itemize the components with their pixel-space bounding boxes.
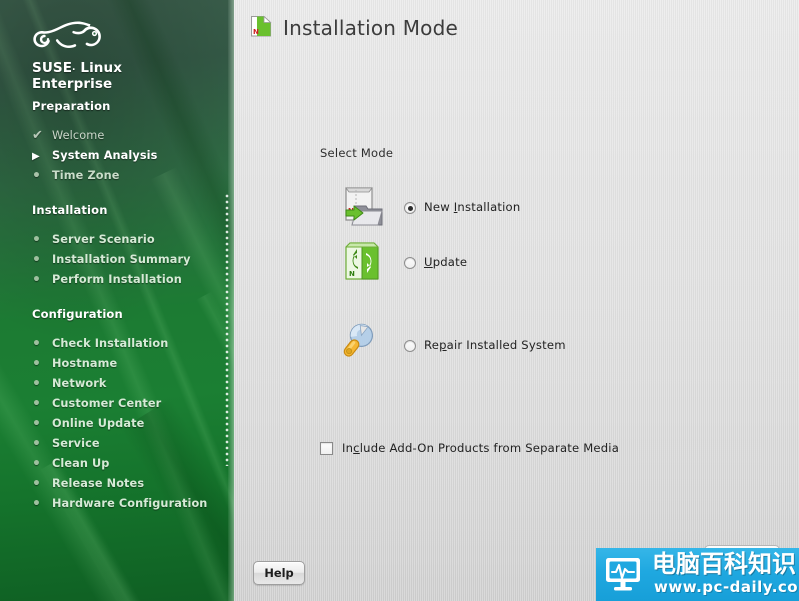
sidebar-item-release-notes[interactable]: • Release Notes [32, 477, 222, 492]
option-label-new-installation: New Installation [424, 200, 521, 214]
sidebar-item-welcome[interactable]: ✔ Welcome [32, 129, 222, 144]
main-content-panel: N Installation Mode Select Mode New Inst… [234, 0, 799, 601]
sidebar-item-marker-todo: • [32, 376, 42, 392]
sidebar-item-label: Check Installation [52, 337, 169, 350]
sidebar-item-marker-todo: • [32, 232, 42, 248]
sidebar-section-title: Configuration [32, 307, 123, 321]
sidebar-section-title: Preparation [32, 99, 111, 113]
sidebar-item-server-scenario[interactable]: • Server Scenario [32, 233, 222, 248]
sidebar-item-label: Welcome [52, 129, 105, 142]
new-installation-icon: N [334, 180, 390, 236]
sidebar-item-network[interactable]: • Network [32, 377, 222, 392]
sidebar-section-title: Installation [32, 203, 108, 217]
svg-text:N: N [349, 270, 355, 278]
option-label-update: Update [424, 255, 468, 269]
sidebar-item-check-installation[interactable]: • Check Installation [32, 337, 222, 352]
svg-text:N: N [253, 28, 259, 36]
sidebar-item-label: Installation Summary [52, 253, 191, 266]
sidebar-item-marker-todo: • [32, 336, 42, 352]
monitor-pulse-icon [604, 554, 644, 594]
brand-line-1: SUSE. Linux [32, 60, 123, 76]
sidebar-item-label: Hostname [52, 357, 118, 370]
sidebar-item-customer-center[interactable]: • Customer Center [32, 397, 222, 412]
sidebar-item-online-update[interactable]: • Online Update [32, 417, 222, 432]
sidebar-item-label: Service [52, 437, 100, 450]
addon-products-label: Include Add-On Products from Separate Me… [342, 441, 620, 455]
sidebar-item-label: System Analysis [52, 149, 158, 162]
site-watermark: 电脑百科知识 www.pc-daily.com [596, 548, 799, 601]
sidebar-item-clean-up[interactable]: • Clean Up [32, 457, 222, 472]
sidebar-item-marker-todo: • [32, 496, 42, 512]
sidebar-item-hardware-configuration[interactable]: • Hardware Configuration [32, 497, 222, 512]
radio-update[interactable] [404, 257, 416, 269]
sidebar-item-marker-pending: • [32, 168, 42, 184]
sidebar-item-label: Hardware Configuration [52, 497, 208, 510]
green-package-icon: N [250, 14, 272, 42]
sidebar-item-marker-todo: • [32, 252, 42, 268]
sidebar-item-time-zone[interactable]: • Time Zone [32, 169, 222, 184]
sidebar-item-marker-todo: • [32, 356, 42, 372]
brand-name: SUSE. Linux Enterprise [32, 60, 212, 92]
sidebar-item-system-analysis[interactable]: ▶ System Analysis [32, 149, 222, 164]
brand-line-2: Enterprise [32, 75, 113, 92]
radio-new-installation[interactable] [404, 202, 416, 214]
sidebar-item-marker-todo: • [32, 456, 42, 472]
sidebar-item-label: Time Zone [52, 169, 120, 182]
page-title: Installation Mode [283, 16, 459, 40]
sidebar-item-service[interactable]: • Service [32, 437, 222, 452]
select-mode-label: Select Mode [320, 146, 394, 160]
option-label-repair-installed-system: Repair Installed System [424, 338, 566, 352]
sidebar-item-marker-todo: • [32, 272, 42, 288]
sidebar-item-marker-todo: • [32, 436, 42, 452]
sidebar-item-marker-todo: • [32, 416, 42, 432]
sidebar-item-label: Network [52, 377, 107, 390]
sidebar-item-label: Customer Center [52, 397, 162, 410]
sidebar-item-marker-current: ▶ [32, 151, 40, 162]
sidebar-item-hostname[interactable]: • Hostname [32, 357, 222, 372]
sidebar-item-marker-todo: • [32, 476, 42, 492]
sidebar-item-marker-todo: • [32, 396, 42, 412]
sidebar-item-marker-done: ✔ [32, 128, 43, 143]
wrench-repair-icon [334, 318, 390, 374]
suse-chameleon-logo [26, 12, 156, 60]
sidebar-item-installation-summary[interactable]: • Installation Summary [32, 253, 222, 268]
watermark-chinese-text: 电脑百科知识 [652, 550, 796, 578]
installer-sidebar: SUSE. Linux Enterprise Preparation ✔ Welco… [0, 0, 467, 601]
addon-products-checkbox[interactable] [320, 442, 333, 455]
page-header: N Installation Mode [234, 0, 799, 56]
sidebar-item-label: Release Notes [52, 477, 145, 490]
sidebar-item-label: Perform Installation [52, 273, 182, 286]
watermark-url: www.pc-daily.com [654, 578, 799, 596]
sidebar-item-perform-installation[interactable]: • Perform Installation [32, 273, 222, 288]
update-refresh-icon: N [334, 235, 390, 291]
installer-window: SUSE. Linux Enterprise Preparation ✔ Welco… [0, 0, 799, 601]
sidebar-item-label: Server Scenario [52, 233, 155, 246]
help-button[interactable]: Help [253, 561, 305, 585]
sidebar-item-label: Clean Up [52, 457, 110, 470]
radio-repair-installed-system[interactable] [404, 340, 416, 352]
sidebar-item-label: Online Update [52, 417, 145, 430]
